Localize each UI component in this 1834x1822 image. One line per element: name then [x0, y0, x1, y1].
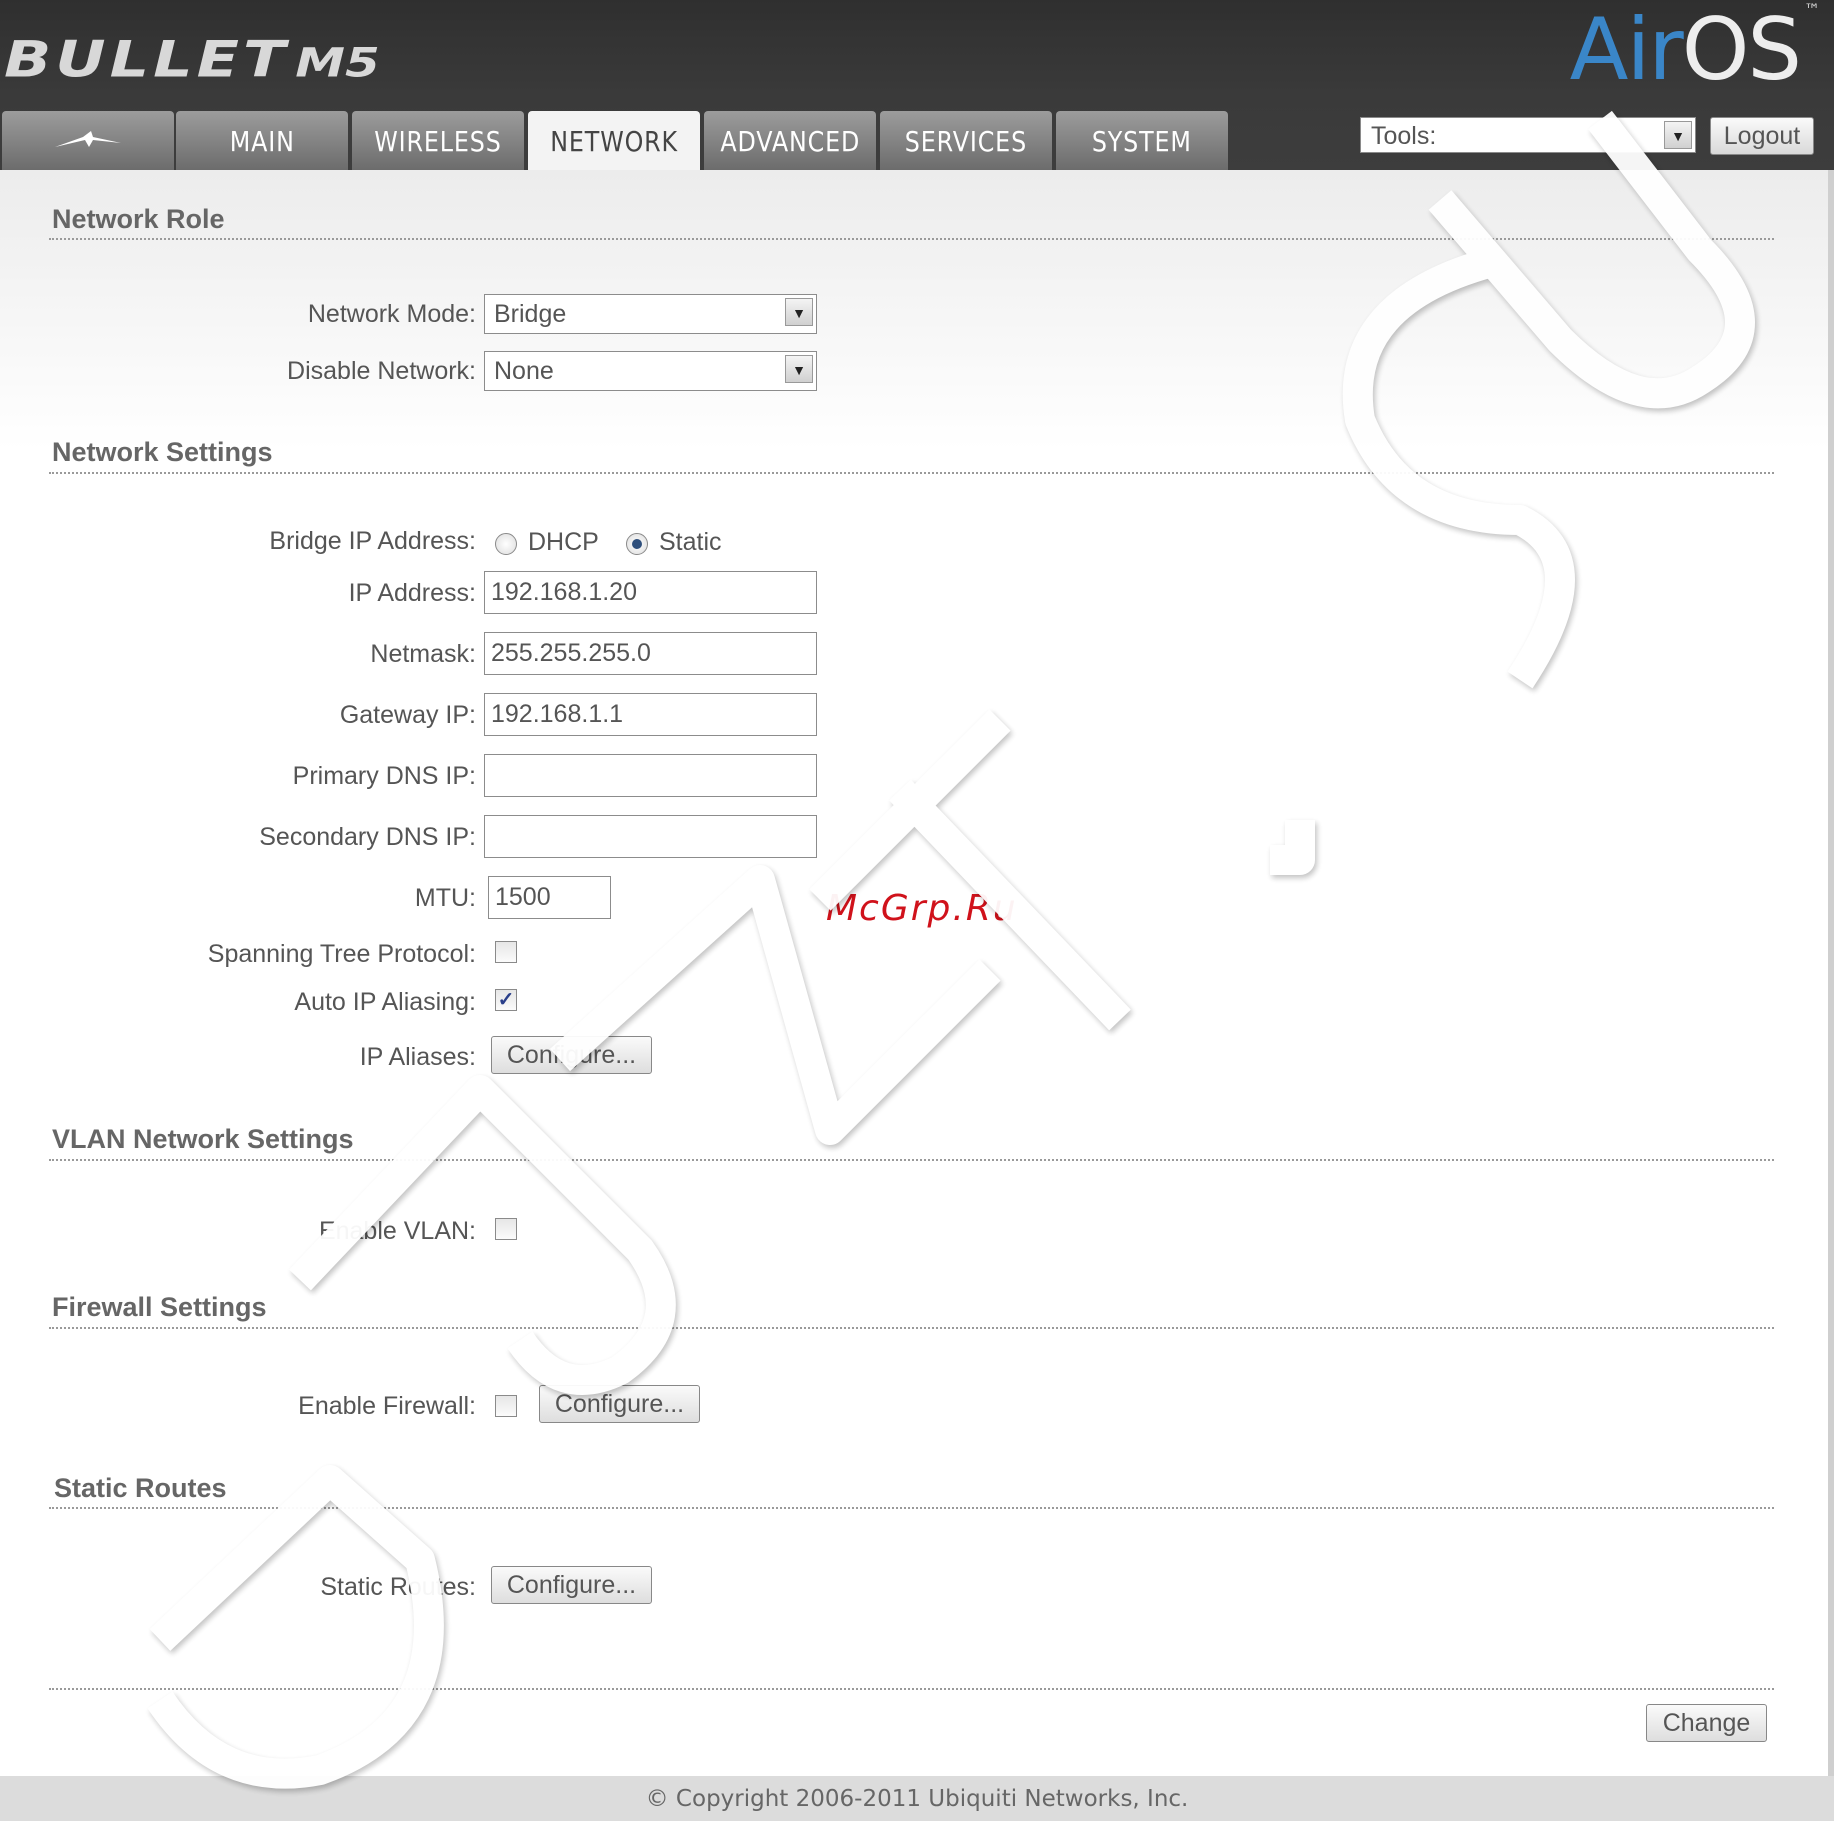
- tab-services-label: SERVICES: [904, 125, 1028, 158]
- ip-aliases-label: IP Aliases:: [359, 1043, 476, 1071]
- tools-dropdown-value: Tools:: [1371, 122, 1437, 150]
- gateway-ip-input[interactable]: 192.168.1.1: [484, 693, 817, 736]
- ip-address-label: IP Address:: [348, 579, 476, 607]
- section-title-vlan: VLAN Network Settings: [52, 1124, 354, 1154]
- primary-dns-input[interactable]: [484, 754, 817, 797]
- section-divider: [49, 1159, 1774, 1161]
- secondary-dns-label: Secondary DNS IP:: [259, 823, 476, 851]
- static-routes-label: Static Routes:: [320, 1573, 476, 1601]
- tab-wireless[interactable]: WIRELESS: [352, 111, 524, 170]
- section-title-firewall: Firewall Settings: [52, 1292, 267, 1322]
- auto-ip-aliasing-checkbox[interactable]: ✓: [495, 989, 517, 1011]
- change-button[interactable]: Change: [1646, 1704, 1767, 1742]
- tab-main-label: MAIN: [229, 125, 295, 158]
- auto-ip-aliasing-label: Auto IP Aliasing:: [294, 988, 476, 1016]
- product-brand: BULLET M5: [4, 30, 380, 88]
- ip-address-input[interactable]: 192.168.1.20: [484, 571, 817, 614]
- tab-system-label: SYSTEM: [1092, 125, 1192, 158]
- tab-wireless-label: WIRELESS: [374, 125, 502, 158]
- chevron-down-icon[interactable]: ▼: [785, 355, 813, 383]
- enable-firewall-checkbox[interactable]: [495, 1395, 517, 1417]
- logout-button[interactable]: Logout: [1710, 117, 1814, 155]
- tab-advanced[interactable]: ADVANCED: [704, 111, 876, 170]
- dhcp-radio-label: DHCP: [528, 528, 599, 556]
- site-watermark: McGrp.Ru: [826, 888, 1018, 929]
- brand-model: M5: [295, 39, 380, 86]
- tab-services[interactable]: SERVICES: [880, 111, 1052, 170]
- bridge-ip-label: Bridge IP Address:: [269, 527, 476, 555]
- enable-firewall-label: Enable Firewall:: [298, 1392, 476, 1420]
- static-radio-label: Static: [659, 528, 722, 556]
- tab-ubiquiti-logo[interactable]: [2, 111, 174, 170]
- netmask-label: Netmask:: [370, 640, 476, 668]
- chevron-down-icon[interactable]: ▼: [1664, 121, 1692, 149]
- section-title-network-role: Network Role: [52, 204, 225, 234]
- network-mode-select[interactable]: Bridge ▼: [484, 294, 817, 334]
- section-title-static-routes: Static Routes: [54, 1473, 227, 1503]
- tab-network[interactable]: NETWORK: [528, 111, 700, 171]
- brand-name: BULLET: [4, 30, 290, 89]
- right-edge-strip: [1828, 170, 1834, 1776]
- disable-network-value: None: [494, 357, 554, 385]
- app-header: BULLET M5 AirOS ™ MAIN WIRELESS NETWORK AD…: [0, 0, 1834, 171]
- gateway-ip-label: Gateway IP:: [339, 701, 476, 729]
- firewall-configure-button[interactable]: Configure...: [539, 1385, 700, 1423]
- mtu-label: MTU:: [414, 884, 476, 912]
- section-divider: [49, 472, 1774, 474]
- network-mode-label: Network Mode:: [307, 300, 476, 328]
- section-title-network-settings: Network Settings: [52, 437, 273, 467]
- airos-logo: AirOS ™: [1569, 0, 1820, 100]
- airos-logo-os: OS: [1681, 0, 1802, 100]
- static-routes-configure-button[interactable]: Configure...: [491, 1566, 652, 1604]
- enable-vlan-label: Enable VLAN:: [318, 1217, 476, 1245]
- tab-advanced-label: ADVANCED: [720, 125, 860, 158]
- static-radio[interactable]: [626, 533, 648, 555]
- tools-dropdown[interactable]: Tools: ▼: [1360, 117, 1696, 153]
- enable-vlan-checkbox[interactable]: [495, 1218, 517, 1240]
- chevron-down-icon[interactable]: ▼: [785, 298, 813, 326]
- mtu-input[interactable]: 1500: [488, 876, 611, 919]
- ubiquiti-logo-icon: [55, 131, 121, 147]
- airos-logo-air: Air: [1569, 0, 1684, 100]
- airos-logo-tm: ™: [1804, 0, 1820, 19]
- spanning-tree-checkbox[interactable]: [495, 941, 517, 963]
- tab-network-label: NETWORK: [550, 125, 678, 158]
- disable-network-label: Disable Network:: [287, 357, 476, 385]
- network-mode-value: Bridge: [494, 300, 567, 328]
- dhcp-radio[interactable]: [495, 533, 517, 555]
- form-bottom-divider: [49, 1688, 1774, 1690]
- spanning-tree-label: Spanning Tree Protocol:: [207, 940, 476, 968]
- section-divider: [49, 1327, 1774, 1329]
- footer-copyright: © Copyright 2006-2011 Ubiquiti Networks,…: [0, 1776, 1834, 1821]
- tab-system[interactable]: SYSTEM: [1056, 111, 1228, 170]
- tab-main[interactable]: MAIN: [176, 111, 348, 170]
- checkmark-icon: ✓: [497, 989, 515, 1011]
- disable-network-select[interactable]: None ▼: [484, 351, 817, 391]
- ip-aliases-configure-button[interactable]: Configure...: [491, 1036, 652, 1074]
- section-divider: [49, 238, 1774, 240]
- primary-dns-label: Primary DNS IP:: [292, 762, 476, 790]
- secondary-dns-input[interactable]: [484, 815, 817, 858]
- section-divider: [49, 1507, 1774, 1509]
- netmask-input[interactable]: 255.255.255.0: [484, 632, 817, 675]
- network-settings-page: Network Role Network Mode: Bridge ▼ Disa…: [0, 170, 1834, 1775]
